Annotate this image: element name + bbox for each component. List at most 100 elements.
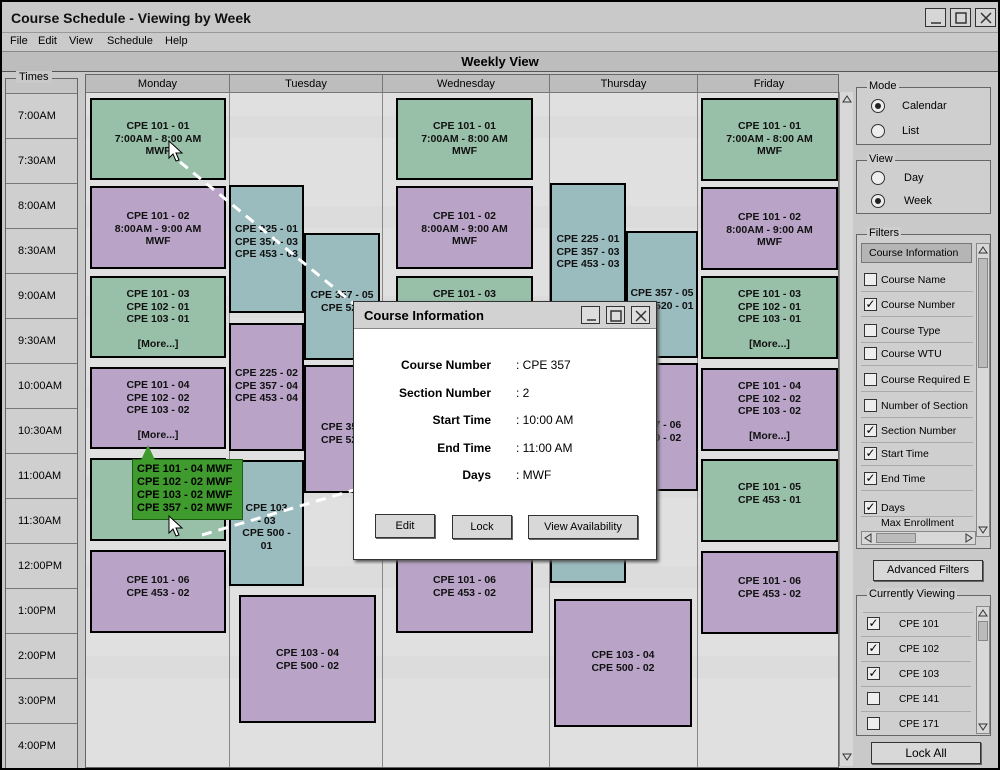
- checkbox[interactable]: ✓: [864, 447, 877, 460]
- time-slot: 9:30AM: [6, 318, 77, 363]
- advanced-filters-button[interactable]: Advanced Filters: [873, 560, 983, 581]
- dialog-minimize-button[interactable]: [581, 306, 600, 324]
- course-block[interactable]: CPE 101 - 06 CPE 453 - 02: [396, 550, 533, 633]
- checkbox[interactable]: ✓: [864, 424, 877, 437]
- more-link[interactable]: [More...]: [92, 338, 224, 351]
- start-time-value: : 10:00 AM: [516, 413, 574, 427]
- edit-button[interactable]: Edit: [375, 514, 435, 538]
- filter-item[interactable]: Number of Section: [861, 394, 973, 418]
- course-block[interactable]: CPE 103 - 04 CPE 500 - 02: [239, 595, 376, 723]
- scroll-thumb: [978, 621, 988, 641]
- course-block[interactable]: CPE 101 - 01 7:00AM - 8:00 AM MWF: [396, 98, 533, 180]
- mode-calendar-radio[interactable]: [871, 99, 885, 113]
- filters-header[interactable]: Course Information: [861, 243, 972, 263]
- scroll-right-icon: [965, 533, 973, 543]
- filters-vscroll[interactable]: [976, 243, 990, 537]
- cursor-icon: [168, 515, 184, 537]
- close-icon: [980, 12, 992, 24]
- filters-hscroll[interactable]: [861, 531, 976, 545]
- filter-item[interactable]: Course Name: [861, 268, 973, 292]
- course-block[interactable]: CPE 103 - 04 CPE 500 - 02: [554, 599, 692, 727]
- calendar-scrollbar[interactable]: [839, 92, 853, 766]
- course-block[interactable]: CPE 225 - 02 CPE 357 - 04 CPE 453 - 04: [229, 323, 304, 451]
- checkbox[interactable]: ✓: [867, 617, 880, 630]
- course-filter-item[interactable]: ✓ CPE 102: [861, 637, 971, 662]
- menu-edit[interactable]: Edit: [38, 35, 57, 47]
- checkbox[interactable]: [864, 273, 877, 286]
- menu-view[interactable]: View: [69, 35, 93, 47]
- filter-item[interactable]: ✓ Days: [861, 496, 973, 517]
- filter-item[interactable]: ✓ Section Number: [861, 419, 973, 443]
- scroll-down-icon: [978, 723, 988, 731]
- filter-item[interactable]: ✓ End Time: [861, 467, 973, 491]
- checkbox[interactable]: [864, 399, 877, 412]
- course-block[interactable]: CPE 101 - 02 8:00AM - 9:00 AM MWF: [90, 186, 226, 269]
- checkbox[interactable]: [864, 324, 877, 337]
- checkbox[interactable]: [867, 717, 880, 730]
- filter-item[interactable]: Course Type: [861, 319, 973, 343]
- more-link[interactable]: [More...]: [92, 429, 224, 442]
- minimize-icon: [931, 22, 941, 24]
- close-button[interactable]: [975, 8, 996, 27]
- mode-list-radio[interactable]: [871, 124, 885, 138]
- course-block[interactable]: CPE 101 - 03 CPE 102 - 01 CPE 103 - 01 [Mor…: [90, 276, 226, 358]
- time-slot: 1:00PM: [6, 588, 77, 633]
- course-block[interactable]: CPE 101 - 01 7:00AM - 8:00 AM MWF: [90, 98, 226, 180]
- filter-item[interactable]: Max Enrollment: [861, 517, 973, 526]
- more-link[interactable]: [More...]: [703, 430, 836, 443]
- menu-file[interactable]: File: [10, 35, 28, 47]
- course-filter-item[interactable]: CPE 141: [861, 687, 971, 712]
- minimize-button[interactable]: [925, 8, 946, 27]
- course-block[interactable]: CPE 101 - 01 7:00AM - 8:00 AM MWF: [701, 98, 838, 181]
- viewing-vscroll[interactable]: [976, 606, 990, 734]
- course-block[interactable]: CPE 225 - 01 CPE 357 - 03 CPE 453 - 03: [229, 185, 304, 313]
- more-link[interactable]: [More...]: [703, 338, 836, 351]
- mode-calendar-label: Calendar: [902, 100, 947, 112]
- checkbox[interactable]: [864, 347, 877, 360]
- checkbox[interactable]: ✓: [864, 501, 877, 514]
- lock-all-button[interactable]: Lock All: [871, 742, 981, 764]
- course-block[interactable]: CPE 101 - 04 CPE 102 - 02 CPE 103 - 02 [Mor…: [90, 367, 226, 449]
- dialog-title-bar: Course Information: [354, 302, 656, 329]
- checkbox[interactable]: [867, 692, 880, 705]
- filter-item[interactable]: Course WTU: [861, 342, 973, 366]
- filter-item[interactable]: ✓ Course Number: [861, 293, 973, 317]
- view-availability-button[interactable]: View Availability: [528, 515, 638, 539]
- minimize-icon: [587, 319, 596, 321]
- dialog-maximize-button[interactable]: [606, 306, 625, 324]
- course-block[interactable]: CPE 101 - 04 CPE 102 - 02 CPE 103 - 02 [Mor…: [701, 368, 838, 451]
- filter-item[interactable]: Course Required E: [861, 368, 973, 392]
- view-header: Weekly View: [2, 52, 998, 72]
- title-bar: Course Schedule - Viewing by Week: [2, 2, 998, 33]
- view-label: View: [867, 153, 895, 165]
- checkbox[interactable]: ✓: [864, 472, 877, 485]
- view-week-label: Week: [904, 195, 932, 207]
- checkbox[interactable]: [864, 373, 877, 386]
- lock-button[interactable]: Lock: [452, 515, 512, 539]
- view-week-radio[interactable]: [871, 194, 885, 208]
- course-block[interactable]: CPE 101 - 06 CPE 453 - 02: [90, 550, 226, 633]
- course-block[interactable]: CPE 101 - 02 8:00AM - 9:00 AM MWF: [396, 186, 533, 269]
- menu-schedule[interactable]: Schedule: [107, 35, 153, 47]
- scroll-up-icon: [842, 95, 852, 103]
- course-filter-item[interactable]: CPE 171: [861, 712, 971, 735]
- course-filter-item[interactable]: ✓ CPE 101: [861, 612, 971, 637]
- course-block[interactable]: CPE 101 - 03 CPE 102 - 01 CPE 103 - 01 [Mor…: [701, 276, 838, 359]
- view-day-radio[interactable]: [871, 171, 885, 185]
- checkbox[interactable]: ✓: [864, 298, 877, 311]
- course-block[interactable]: CPE 101 - 06 CPE 453 - 02: [701, 551, 838, 634]
- filter-item[interactable]: ✓ Start Time: [861, 442, 973, 466]
- view-day-label: Day: [904, 172, 924, 184]
- day-header-thursday: Thursday: [550, 75, 698, 93]
- course-number-value: : CPE 357: [516, 358, 571, 372]
- course-block[interactable]: CPE 101 - 05 CPE 453 - 01: [701, 459, 838, 542]
- time-slot: 8:30AM: [6, 228, 77, 273]
- days-value: : MWF: [516, 468, 552, 482]
- course-block[interactable]: CPE 101 - 02 8:00AM - 9:00 AM MWF: [701, 187, 838, 270]
- dialog-close-button[interactable]: [631, 306, 650, 324]
- menu-help[interactable]: Help: [165, 35, 188, 47]
- course-filter-item[interactable]: ✓ CPE 103: [861, 662, 971, 687]
- checkbox[interactable]: ✓: [867, 642, 880, 655]
- maximize-button[interactable]: [950, 8, 971, 27]
- checkbox[interactable]: ✓: [867, 667, 880, 680]
